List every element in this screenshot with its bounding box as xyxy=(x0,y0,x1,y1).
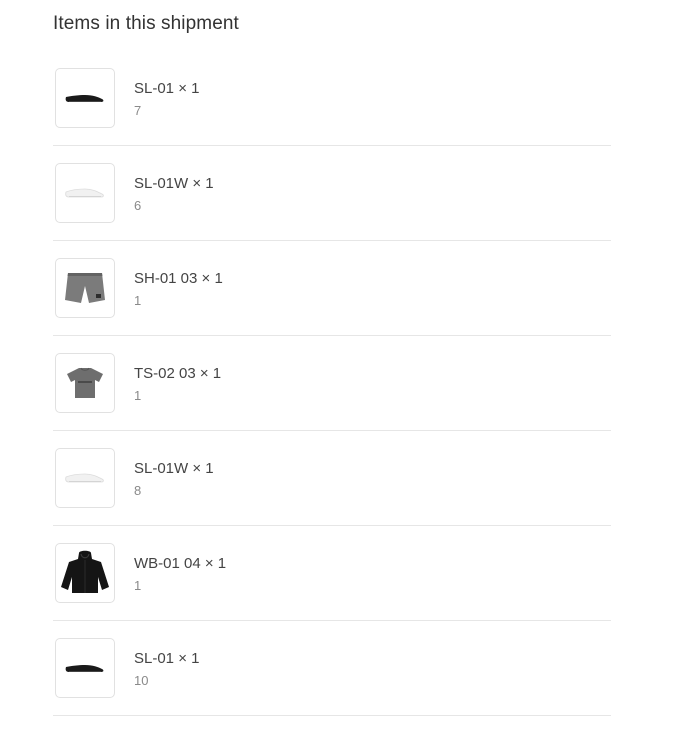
item-variant: 7 xyxy=(134,103,142,118)
item-variant: 6 xyxy=(134,198,142,213)
shipment-item-list: SL-01 × 1 7 SL-01W × 1 6 SH-01 03 × 1 1 xyxy=(53,51,611,716)
product-thumbnail[interactable] xyxy=(55,448,115,508)
shipment-item: SL-01 × 1 7 xyxy=(53,51,611,146)
grey-tshirt-icon xyxy=(67,367,103,398)
shipment-item: SL-01 × 1 10 xyxy=(53,621,611,716)
item-variant: 1 xyxy=(134,388,142,403)
shipment-item: SL-01W × 1 8 xyxy=(53,431,611,526)
item-name: WB-01 04 × 1 xyxy=(134,555,227,572)
item-name: TS-02 03 × 1 xyxy=(134,365,222,382)
item-name: SL-01 × 1 xyxy=(134,650,200,667)
product-thumbnail[interactable] xyxy=(55,543,115,603)
shipment-item: SL-01W × 1 6 xyxy=(53,146,611,241)
shipment-item: WB-01 04 × 1 1 xyxy=(53,526,611,621)
item-name: SL-01 × 1 xyxy=(134,80,200,97)
item-variant: 10 xyxy=(134,673,149,688)
white-slide-shoe-icon xyxy=(65,473,104,483)
product-thumbnail[interactable] xyxy=(55,638,115,698)
item-variant: 1 xyxy=(134,293,142,308)
item-variant: 1 xyxy=(134,578,142,593)
shipment-section-title: Items in this shipment xyxy=(53,13,239,34)
item-name: SH-01 03 × 1 xyxy=(134,270,223,287)
grey-shorts-icon xyxy=(65,273,105,303)
shipment-item: TS-02 03 × 1 1 xyxy=(53,336,611,431)
item-variant: 8 xyxy=(134,483,142,498)
black-slide-shoe-icon xyxy=(65,665,104,672)
white-slide-shoe-icon xyxy=(65,188,104,198)
product-thumbnail[interactable] xyxy=(55,353,115,413)
product-thumbnail[interactable] xyxy=(55,68,115,128)
product-thumbnail[interactable] xyxy=(55,163,115,223)
item-name: SL-01W × 1 xyxy=(134,460,214,477)
black-slide-shoe-icon xyxy=(65,95,104,102)
black-jacket-icon xyxy=(61,550,109,593)
shipment-item: SH-01 03 × 1 1 xyxy=(53,241,611,336)
item-name: SL-01W × 1 xyxy=(134,175,214,192)
product-thumbnail[interactable] xyxy=(55,258,115,318)
